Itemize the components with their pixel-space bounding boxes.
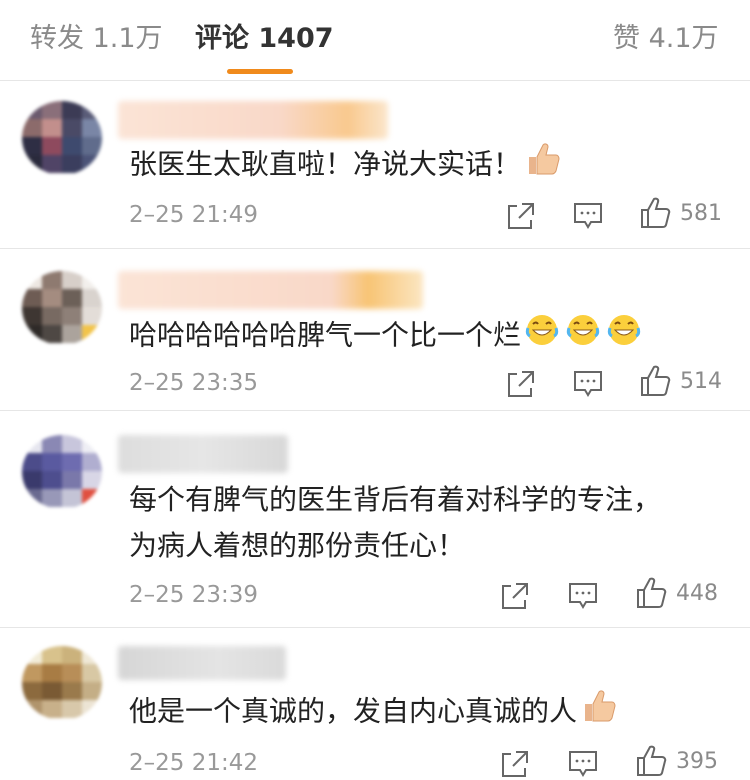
like-count: 395 <box>676 748 718 774</box>
comment-icon <box>574 371 602 397</box>
comment-text: 哈哈哈哈哈哈脾气一个比一个烂 <box>129 312 641 361</box>
share-icon <box>508 203 534 229</box>
comment-time: 2–25 21:42 <box>129 750 258 776</box>
reply-button[interactable] <box>568 582 598 610</box>
comment-icon <box>569 583 597 609</box>
laugh-cry-icon <box>525 312 641 361</box>
avatar[interactable] <box>22 271 102 345</box>
comment-icon <box>574 203 602 229</box>
share-icon <box>508 371 534 397</box>
like-count: 448 <box>676 580 718 606</box>
comment-item: 哈哈哈哈哈哈脾气一个比一个烂 2–25 23:35 514 <box>0 249 750 411</box>
like-button[interactable]: 395 <box>636 745 718 777</box>
avatar[interactable] <box>22 435 102 509</box>
thumbs-up-outline-icon <box>641 197 671 228</box>
active-tab-indicator <box>227 69 293 74</box>
tab-repost[interactable]: 转发 1.1万 <box>30 16 163 55</box>
like-count: 514 <box>680 368 722 394</box>
thumbs-up-outline-icon <box>641 365 671 396</box>
avatar[interactable] <box>22 646 102 720</box>
comment-time: 2–25 21:49 <box>129 202 258 228</box>
tab-likes[interactable]: 赞 4.1万 <box>613 16 719 55</box>
comment-text: 张医生太耿直啦！净说大实话！ <box>129 142 561 189</box>
comment-time: 2–25 23:35 <box>129 370 258 396</box>
reply-button[interactable] <box>573 202 603 230</box>
reply-button[interactable] <box>573 370 603 398</box>
thumbs-up-outline-icon <box>637 577 667 608</box>
comment-tabs: 转发 1.1万 评论 1407 赞 4.1万 <box>0 0 750 81</box>
comment-time: 2–25 23:39 <box>129 582 258 608</box>
comment-text: 每个有脾气的医生背后有着对科学的专注， 为病人着想的那份责任心！ <box>129 483 662 562</box>
username[interactable] <box>118 646 286 680</box>
share-button[interactable] <box>500 581 530 611</box>
comment-item: 每个有脾气的医生背后有着对科学的专注， 为病人着想的那份责任心！ 2–25 23… <box>0 411 750 628</box>
avatar[interactable] <box>22 101 102 175</box>
comment-text: 他是一个真诚的，发自内心真诚的人 <box>129 689 617 736</box>
share-icon <box>502 751 528 777</box>
thumbs-up-icon <box>581 689 617 736</box>
comment-icon <box>569 751 597 777</box>
like-button[interactable]: 581 <box>640 197 722 229</box>
username[interactable] <box>118 101 388 139</box>
username[interactable] <box>118 271 423 309</box>
share-button[interactable] <box>506 201 536 231</box>
comment-item: 他是一个真诚的，发自内心真诚的人 2–25 21:42 395 <box>0 628 750 780</box>
share-icon <box>502 583 528 609</box>
thumbs-up-outline-icon <box>637 745 667 776</box>
tab-comments[interactable]: 评论 1407 <box>195 16 334 55</box>
reply-button[interactable] <box>568 750 598 778</box>
share-button[interactable] <box>500 749 530 779</box>
like-button[interactable]: 448 <box>636 577 718 609</box>
share-button[interactable] <box>506 369 536 399</box>
like-count: 581 <box>680 200 722 226</box>
comment-item: 张医生太耿直啦！净说大实话！ 2–25 21:49 581 <box>0 81 750 249</box>
username[interactable] <box>118 435 288 473</box>
thumbs-up-icon <box>525 142 561 189</box>
like-button[interactable]: 514 <box>640 365 722 397</box>
